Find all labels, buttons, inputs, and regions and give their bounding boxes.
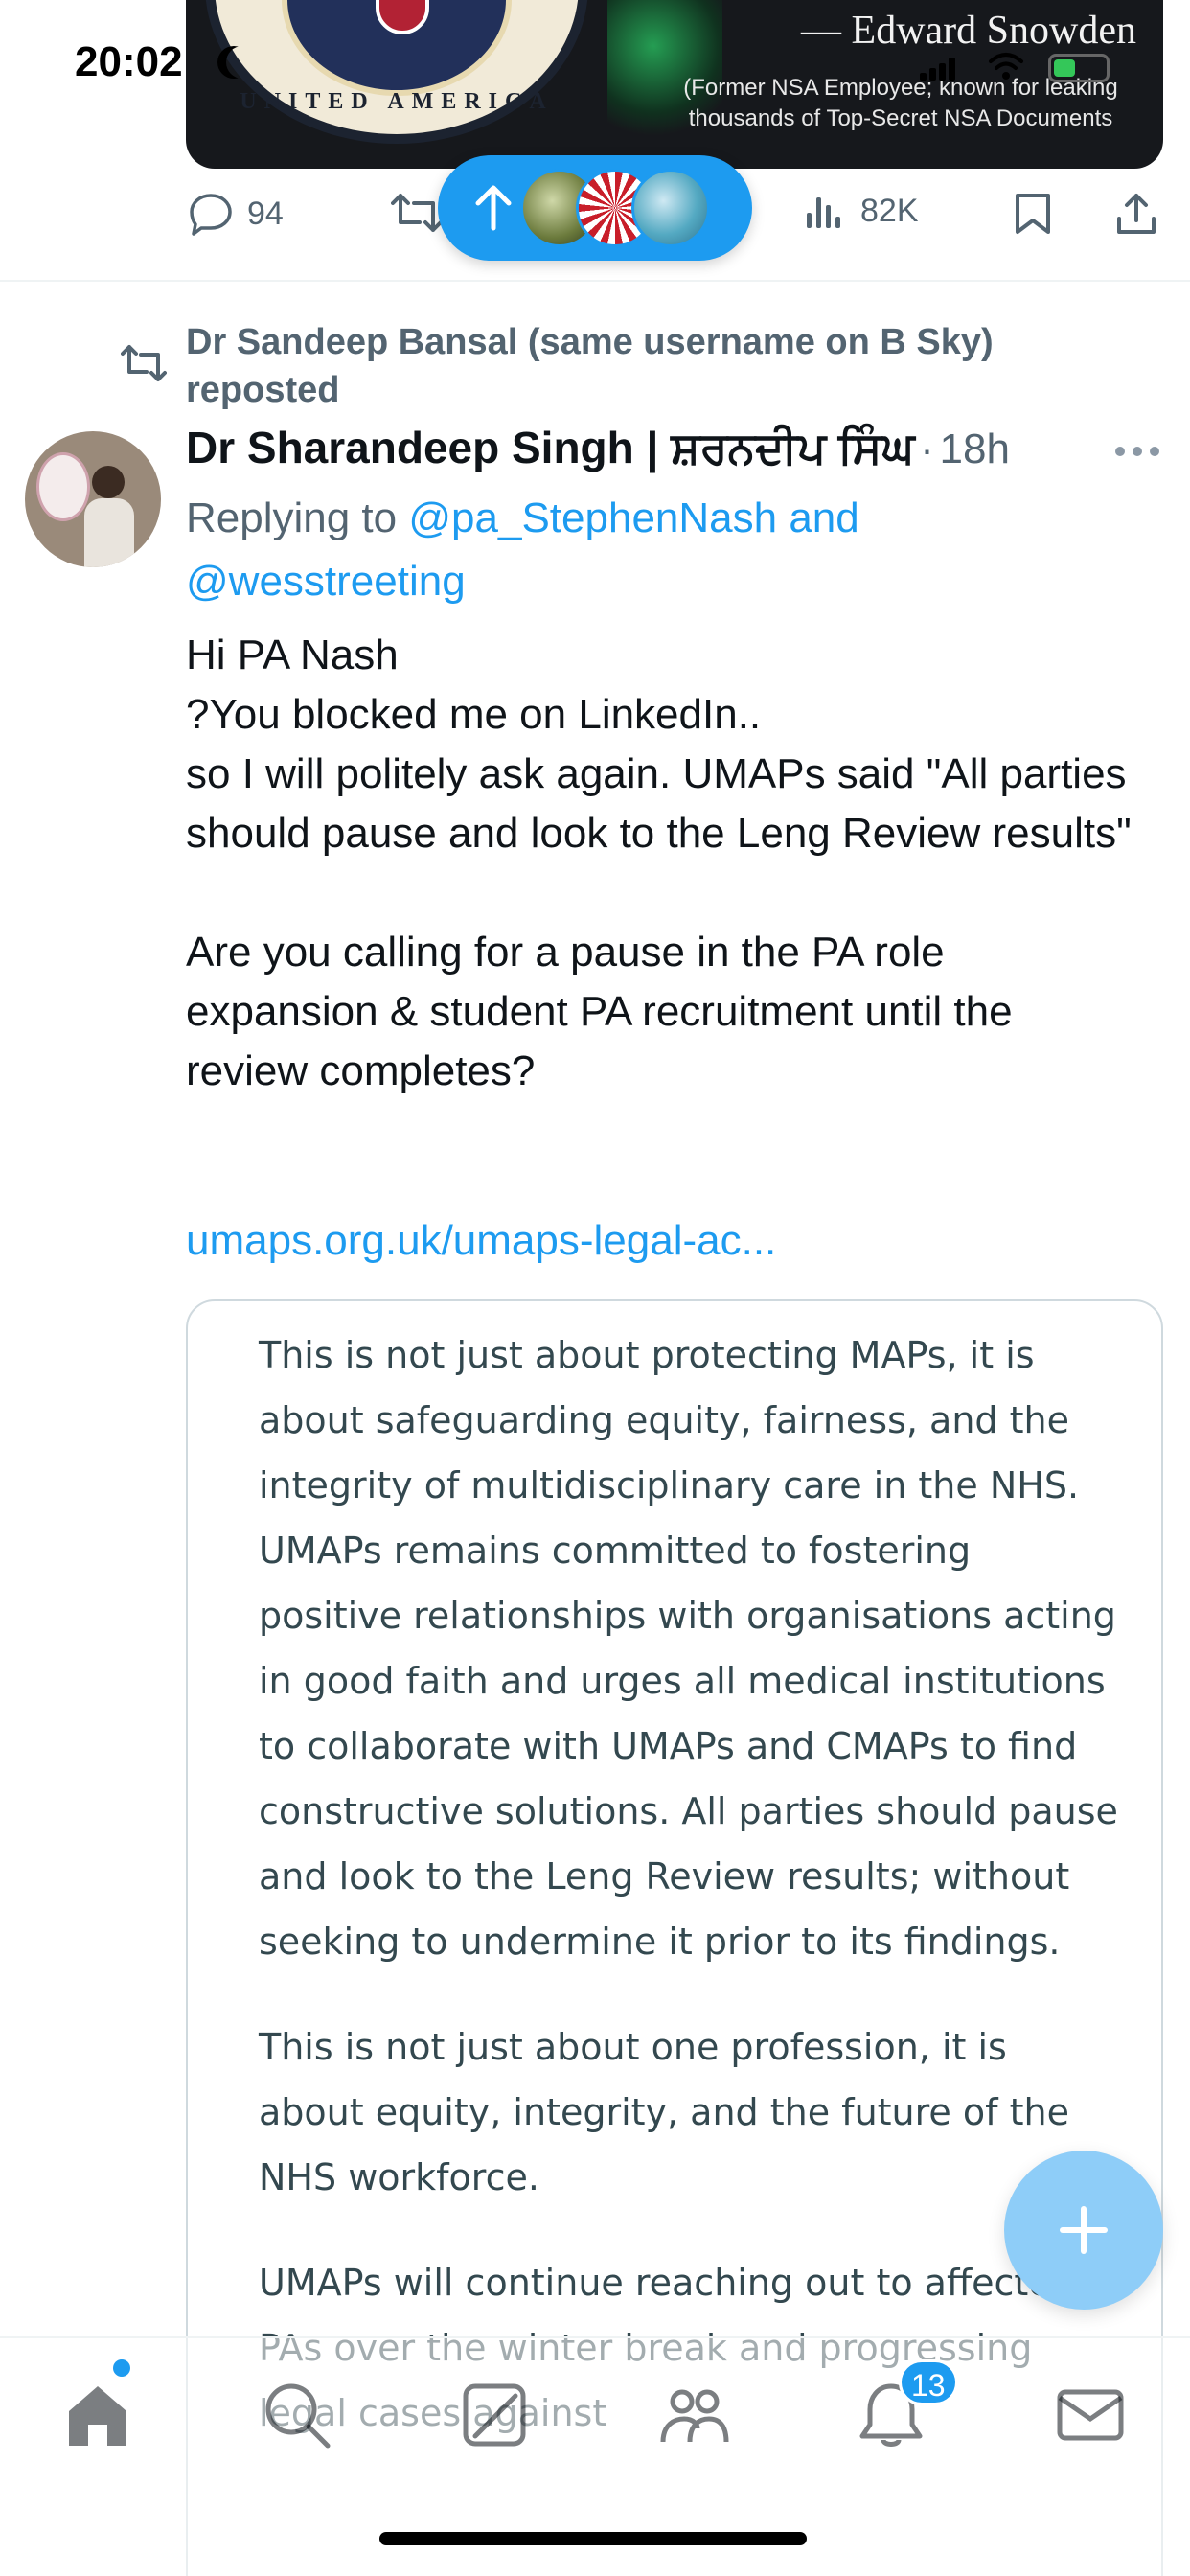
battery-icon bbox=[1048, 54, 1110, 82]
separator-dot: · bbox=[920, 426, 934, 472]
arrow-up-icon bbox=[475, 185, 512, 231]
views-count: 82K bbox=[860, 192, 919, 229]
bookmark-button[interactable] bbox=[1014, 192, 1052, 236]
avatar[interactable] bbox=[25, 431, 161, 567]
replying-prefix: Replying to bbox=[186, 494, 398, 541]
display-name[interactable]: Dr Sharandeep Singh | ਸ਼ਰਨਦੀਪ ਸਿੰਘ bbox=[186, 422, 915, 475]
reply-count: 94 bbox=[247, 195, 284, 232]
status-time: 20:02 bbox=[75, 38, 183, 85]
quote-paragraph-1: This is not just about protecting MAPs, … bbox=[259, 1334, 1118, 1963]
repost-attribution[interactable]: Dr Sandeep Bansal (same username on B Sk… bbox=[186, 318, 1048, 414]
quote-author: — Edward Snowden bbox=[801, 9, 1136, 53]
tweet-text: Hi PA Nash ?You blocked me on LinkedIn..… bbox=[186, 626, 1144, 1101]
tweet-header: Dr Sharandeep Singh | ਸ਼ਰਨਦੀਪ ਸਿੰਘ · 18h bbox=[186, 422, 1106, 479]
embedded-image[interactable]: UNITED AMERICA — Edward Snowden (Former … bbox=[186, 0, 1163, 169]
quoted-text: This is not just about protecting MAPs, … bbox=[259, 1322, 1121, 2446]
home-icon[interactable] bbox=[59, 2377, 136, 2453]
moon-icon bbox=[226, 46, 259, 79]
replying-to: Replying to @pa_StephenNash and @wesstre… bbox=[186, 487, 1106, 613]
nsa-seal-image: UNITED AMERICA bbox=[205, 0, 588, 144]
home-indicator bbox=[379, 2532, 807, 2545]
search-icon[interactable] bbox=[259, 2377, 335, 2453]
reply-icon bbox=[190, 194, 232, 236]
repost-icon bbox=[391, 194, 443, 232]
communities-icon[interactable] bbox=[655, 2377, 732, 2453]
tweet-paragraph-1: Hi PA Nash ?You blocked me on LinkedIn..… bbox=[186, 632, 1132, 857]
tweet-divider bbox=[0, 280, 1190, 282]
wifi-icon bbox=[989, 53, 1023, 80]
eagle-shield bbox=[376, 0, 429, 34]
reply-button[interactable]: 94 bbox=[188, 192, 284, 236]
share-icon bbox=[1117, 194, 1156, 234]
messages-icon[interactable] bbox=[1052, 2377, 1129, 2453]
more-options-icon[interactable] bbox=[1115, 447, 1159, 458]
grok-icon[interactable] bbox=[456, 2377, 533, 2453]
home-unread-dot bbox=[113, 2359, 130, 2377]
notifications-badge: 13 bbox=[899, 2359, 958, 2405]
repost-button[interactable] bbox=[391, 192, 443, 234]
tweet-paragraph-2: Are you calling for a pause in the PA ro… bbox=[186, 929, 1013, 1094]
caption-line-2: thousands of Top-Secret NSA Documents bbox=[688, 105, 1113, 131]
repost-icon bbox=[121, 345, 167, 381]
seal-text: UNITED AMERICA bbox=[240, 89, 554, 114]
timestamp[interactable]: 18h bbox=[940, 426, 1010, 473]
bookmark-icon bbox=[1016, 194, 1050, 234]
new-posts-pill[interactable] bbox=[438, 155, 752, 261]
views-button[interactable]: 82K bbox=[805, 192, 919, 230]
tweet-link[interactable]: umaps.org.uk/umaps-legal-ac... bbox=[186, 1217, 776, 1265]
compose-button[interactable] bbox=[1004, 2150, 1163, 2310]
analytics-icon bbox=[807, 197, 840, 228]
pill-avatar-3 bbox=[631, 169, 710, 247]
signal-icon bbox=[920, 58, 956, 80]
quote-paragraph-2: This is not just about one profession, i… bbox=[259, 2026, 1069, 2198]
share-button[interactable] bbox=[1115, 192, 1157, 236]
